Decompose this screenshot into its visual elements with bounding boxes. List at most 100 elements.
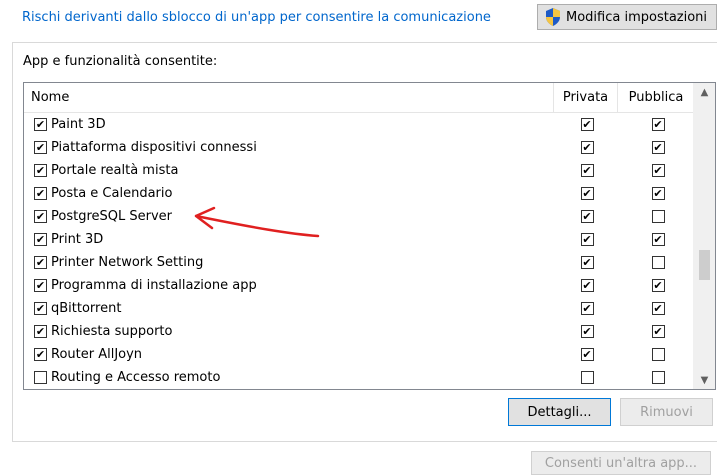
app-name-label: Portale realtà mista <box>51 163 179 178</box>
app-enabled-checkbox[interactable]: ✔ <box>34 187 47 200</box>
private-checkbox[interactable]: ✔ <box>580 325 594 338</box>
private-cell <box>555 366 619 389</box>
private-cell: ✔ <box>555 205 619 228</box>
public-cell <box>620 366 696 389</box>
column-header-name[interactable]: Nome <box>24 83 554 112</box>
app-row[interactable]: ✔ Posta e Calendario ✔ ✔ <box>24 182 694 205</box>
app-enabled-checkbox[interactable]: ✔ <box>34 302 47 315</box>
app-enabled-checkbox[interactable]: ✔ <box>34 118 47 131</box>
app-name-label: Posta e Calendario <box>51 186 173 201</box>
details-button[interactable]: Dettagli... <box>508 398 611 426</box>
app-name-label: Richiesta supporto <box>51 324 173 339</box>
scroll-down-icon[interactable]: ▼ <box>694 371 715 389</box>
uac-shield-icon <box>546 8 560 26</box>
public-cell: ✔ <box>620 136 696 159</box>
app-row[interactable]: Routing e Accesso remoto <box>24 366 694 389</box>
app-enabled-checkbox[interactable]: ✔ <box>34 348 47 361</box>
private-checkbox[interactable]: ✔ <box>580 233 594 246</box>
app-name-cell: ✔ Printer Network Setting <box>34 251 203 274</box>
public-cell <box>620 251 696 274</box>
app-row[interactable]: ✔ Paint 3D ✔ ✔ <box>24 113 694 136</box>
private-checkbox[interactable]: ✔ <box>580 118 594 131</box>
public-checkbox[interactable]: ✔ <box>651 118 665 131</box>
public-checkbox[interactable] <box>651 256 665 269</box>
public-checkbox[interactable]: ✔ <box>651 164 665 177</box>
app-name-label: Paint 3D <box>51 117 106 132</box>
app-enabled-checkbox[interactable]: ✔ <box>34 256 47 269</box>
private-checkbox[interactable]: ✔ <box>580 256 594 269</box>
public-checkbox[interactable] <box>651 348 665 361</box>
public-checkbox[interactable]: ✔ <box>651 302 665 315</box>
public-cell: ✔ <box>620 320 696 343</box>
app-row[interactable]: ✔ qBittorrent ✔ ✔ <box>24 297 694 320</box>
app-name-cell: ✔ PostgreSQL Server <box>34 205 172 228</box>
app-row[interactable]: ✔ Router AllJoyn ✔ <box>24 343 694 366</box>
app-name-label: qBittorrent <box>51 301 122 316</box>
public-cell: ✔ <box>620 182 696 205</box>
app-name-label: Router AllJoyn <box>51 347 143 362</box>
app-enabled-checkbox[interactable]: ✔ <box>34 233 47 246</box>
public-checkbox[interactable]: ✔ <box>651 141 665 154</box>
private-cell: ✔ <box>555 113 619 136</box>
private-checkbox[interactable]: ✔ <box>580 279 594 292</box>
app-enabled-checkbox[interactable] <box>34 371 47 384</box>
app-enabled-checkbox[interactable]: ✔ <box>34 210 47 223</box>
public-cell: ✔ <box>620 228 696 251</box>
allow-other-app-button[interactable]: Consenti un'altra app... <box>531 451 711 475</box>
column-header-private[interactable]: Privata <box>554 83 618 112</box>
scrollbar-thumb[interactable] <box>699 249 710 280</box>
app-name-cell: ✔ Router AllJoyn <box>34 343 142 366</box>
public-cell: ✔ <box>620 159 696 182</box>
app-row[interactable]: ✔ Printer Network Setting ✔ <box>24 251 694 274</box>
app-row[interactable]: ✔ PostgreSQL Server ✔ <box>24 205 694 228</box>
private-checkbox[interactable]: ✔ <box>580 187 594 200</box>
private-checkbox[interactable]: ✔ <box>580 141 594 154</box>
private-cell: ✔ <box>555 182 619 205</box>
app-name-cell: ✔ Programma di installazione app <box>34 274 257 297</box>
app-name-label: Programma di installazione app <box>51 278 257 293</box>
private-checkbox[interactable]: ✔ <box>580 210 594 223</box>
app-name-cell: ✔ Posta e Calendario <box>34 182 172 205</box>
app-row[interactable]: ✔ Portale realtà mista ✔ ✔ <box>24 159 694 182</box>
public-checkbox[interactable]: ✔ <box>651 233 665 246</box>
allowed-apps-list[interactable]: Nome Privata Pubblica ✔ Paint 3D ✔ ✔ ✔ Piatta… <box>23 82 716 390</box>
private-cell: ✔ <box>555 343 619 366</box>
private-checkbox[interactable]: ✔ <box>580 348 594 361</box>
private-checkbox[interactable]: ✔ <box>580 302 594 315</box>
list-header: Nome Privata Pubblica <box>24 83 694 113</box>
private-cell: ✔ <box>555 136 619 159</box>
private-cell: ✔ <box>555 320 619 343</box>
modify-settings-label: Modifica impostazioni <box>566 9 708 25</box>
remove-button[interactable]: Rimuovi <box>620 398 713 426</box>
app-name-cell: ✔ Richiesta supporto <box>34 320 172 343</box>
private-checkbox[interactable] <box>580 371 594 384</box>
app-name-label: Print 3D <box>51 232 104 247</box>
allowed-apps-label: App e funzionalità consentite: <box>23 54 218 69</box>
public-cell <box>620 343 696 366</box>
app-name-label: Printer Network Setting <box>51 255 204 270</box>
vertical-scrollbar[interactable]: ▲ ▼ <box>693 83 715 389</box>
public-checkbox[interactable] <box>651 371 665 384</box>
app-enabled-checkbox[interactable]: ✔ <box>34 325 47 338</box>
app-row[interactable]: ✔ Piattaforma dispositivi connessi ✔ ✔ <box>24 136 694 159</box>
app-row[interactable]: ✔ Print 3D ✔ ✔ <box>24 228 694 251</box>
app-row[interactable]: ✔ Richiesta supporto ✔ ✔ <box>24 320 694 343</box>
scroll-up-icon[interactable]: ▲ <box>694 83 715 101</box>
app-enabled-checkbox[interactable]: ✔ <box>34 164 47 177</box>
public-cell: ✔ <box>620 113 696 136</box>
modify-settings-button[interactable]: Modifica impostazioni <box>537 4 717 30</box>
app-enabled-checkbox[interactable]: ✔ <box>34 141 47 154</box>
public-checkbox[interactable]: ✔ <box>651 279 665 292</box>
app-row[interactable]: ✔ Programma di installazione app ✔ ✔ <box>24 274 694 297</box>
public-checkbox[interactable]: ✔ <box>651 325 665 338</box>
app-name-label: PostgreSQL Server <box>51 209 172 224</box>
public-checkbox[interactable]: ✔ <box>651 187 665 200</box>
risk-link[interactable]: Rischi derivanti dallo sblocco di un'app… <box>22 10 491 25</box>
public-checkbox[interactable] <box>651 210 665 223</box>
app-name-label: Routing e Accesso remoto <box>51 370 221 385</box>
column-header-public[interactable]: Pubblica <box>618 83 694 112</box>
private-checkbox[interactable]: ✔ <box>580 164 594 177</box>
app-name-cell: ✔ Print 3D <box>34 228 103 251</box>
app-enabled-checkbox[interactable]: ✔ <box>34 279 47 292</box>
private-cell: ✔ <box>555 274 619 297</box>
